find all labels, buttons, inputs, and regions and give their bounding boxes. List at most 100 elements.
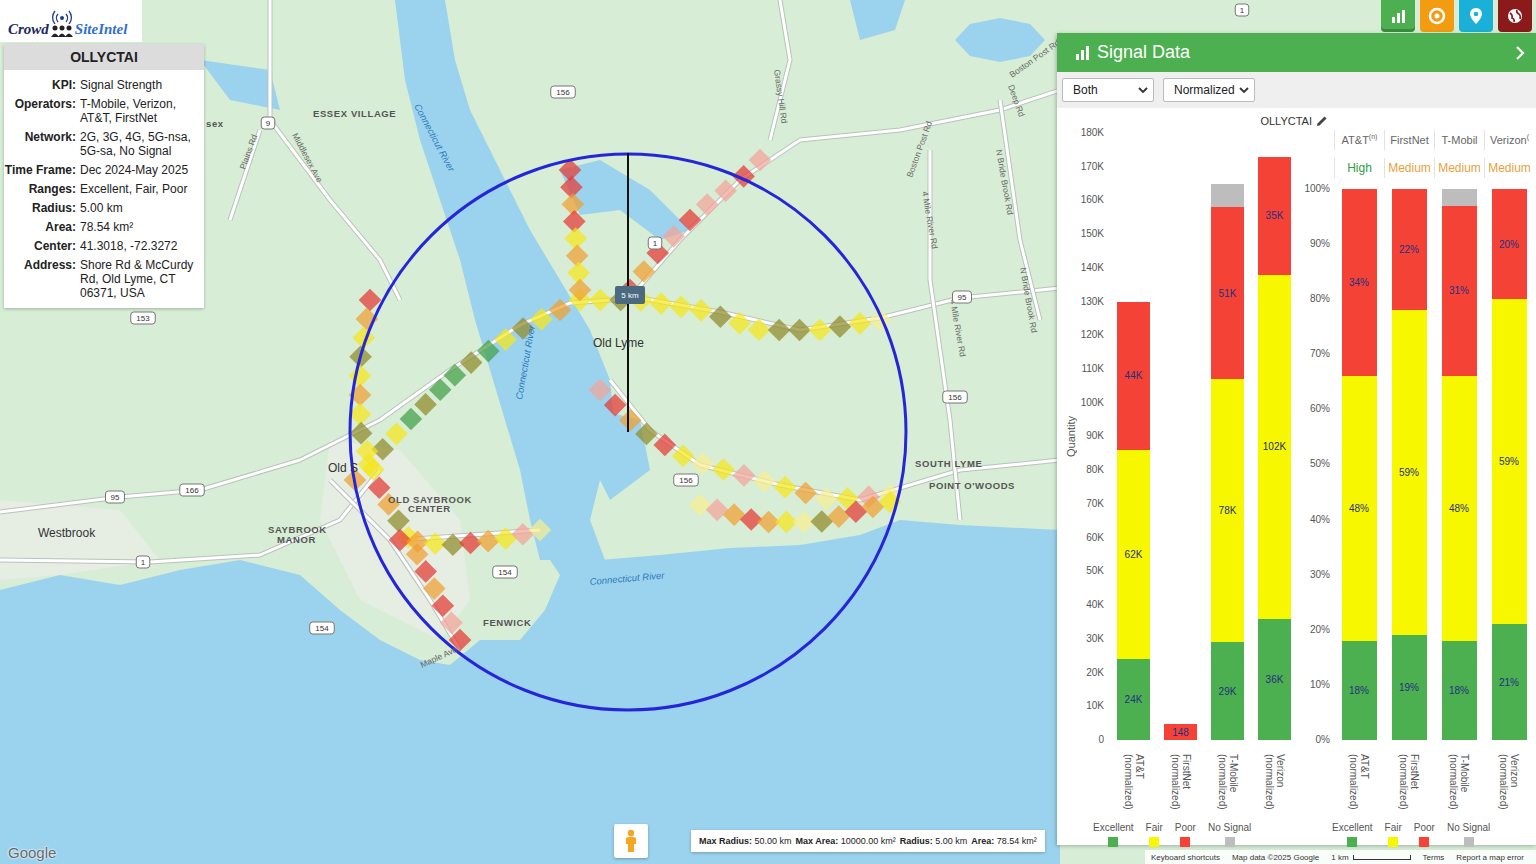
heat-cell[interactable] — [862, 496, 885, 519]
heat-cell[interactable] — [768, 319, 791, 342]
footer-link[interactable]: Keyboard shortcuts — [1151, 853, 1220, 862]
footer-link[interactable]: 1 km — [1331, 853, 1348, 862]
select-field[interactable]: Normalized — [1163, 78, 1255, 102]
info-value: T-Mobile, Verizon, AT&T, FirstNet — [80, 97, 198, 125]
stacked-bar[interactable]: 18%48%31% — [1442, 189, 1477, 740]
route-shield: 1 — [1235, 4, 1249, 16]
bar-segment: 148 — [1164, 724, 1197, 740]
heat-cell[interactable] — [654, 434, 677, 457]
pencil-icon[interactable] — [1316, 115, 1328, 127]
heat-cell[interactable] — [511, 523, 534, 546]
heat-cell[interactable] — [662, 225, 685, 248]
heat-cell[interactable] — [635, 423, 658, 446]
heat-cell[interactable] — [689, 494, 712, 517]
heat-cell[interactable] — [692, 452, 715, 475]
legend-item[interactable]: Fair — [1146, 822, 1163, 847]
heat-cell[interactable] — [385, 423, 408, 446]
heat-cell[interactable] — [589, 289, 612, 312]
info-value: Excellent, Fair, Poor — [80, 182, 198, 196]
heat-cell[interactable] — [589, 379, 612, 402]
legend-item[interactable]: Poor — [1175, 822, 1196, 847]
chevron-right-icon[interactable] — [1514, 45, 1526, 61]
heat-cell[interactable] — [400, 408, 423, 431]
toolbar-button[interactable] — [1459, 0, 1493, 32]
legend-item[interactable]: Poor — [1414, 822, 1435, 847]
heat-cell[interactable] — [774, 476, 797, 499]
heat-cell[interactable] — [794, 482, 817, 505]
heat-cell[interactable] — [696, 193, 719, 216]
stacked-bar[interactable]: 18%48%34% — [1342, 189, 1377, 740]
legend-item[interactable]: No Signal — [1447, 822, 1490, 847]
heat-cell[interactable] — [414, 393, 437, 416]
heat-cell[interactable] — [845, 500, 868, 523]
heat-cell[interactable] — [670, 296, 693, 319]
heat-cell[interactable] — [828, 505, 851, 528]
toolbar-button[interactable] — [1381, 0, 1415, 32]
legend-item[interactable]: Excellent — [1332, 822, 1373, 847]
heat-cell[interactable] — [477, 340, 500, 363]
heat-cell[interactable] — [714, 179, 737, 202]
heat-cell[interactable] — [672, 445, 695, 468]
footer-link[interactable]: Map data ©2025 Google — [1232, 853, 1319, 862]
select-field[interactable]: Both — [1062, 78, 1154, 102]
heat-cell[interactable] — [748, 318, 771, 341]
info-value: 78.54 km² — [80, 220, 198, 234]
heat-cell[interactable] — [690, 299, 713, 322]
heat-cell[interactable] — [444, 364, 467, 387]
heat-cell[interactable] — [810, 510, 833, 533]
heat-cell[interactable] — [442, 533, 465, 556]
heat-cell[interactable] — [619, 409, 642, 432]
heat-cell[interactable] — [494, 328, 517, 351]
heat-cell[interactable] — [350, 422, 373, 445]
heat-cell[interactable] — [429, 378, 452, 401]
heat-cell[interactable] — [809, 319, 832, 342]
stacked-bar[interactable]: 29K78K51K — [1211, 184, 1244, 740]
heat-cell[interactable] — [753, 470, 776, 493]
heat-cell[interactable] — [679, 209, 702, 232]
heat-cell[interactable] — [709, 305, 732, 328]
bar-segment: 29K — [1211, 642, 1244, 740]
heat-cell[interactable] — [815, 488, 838, 511]
heat-cell[interactable] — [362, 458, 385, 481]
legend-item[interactable]: Excellent — [1093, 822, 1134, 847]
stacked-bar[interactable]: 21%59%20% — [1492, 189, 1527, 740]
street-view-button[interactable] — [614, 824, 648, 858]
heat-cell[interactable] — [356, 440, 379, 463]
heat-cell[interactable] — [849, 312, 872, 335]
stacked-bar[interactable]: 24K62K44K — [1117, 302, 1150, 740]
x-label: FirstNet(normalized) — [1398, 754, 1420, 810]
heat-cell[interactable] — [477, 530, 500, 553]
stacked-bar[interactable]: 19%59%22% — [1392, 189, 1427, 740]
heat-cell[interactable] — [604, 394, 627, 417]
toolbar-button[interactable] — [1420, 0, 1454, 32]
info-value: 2G, 3G, 4G, 5G-nsa, 5G-sa, No Signal — [80, 130, 198, 158]
heat-cell[interactable] — [650, 292, 673, 315]
stacked-bar[interactable]: 36K102K35K — [1258, 157, 1291, 740]
route-shield: 166 — [180, 484, 205, 496]
heat-cell[interactable] — [728, 312, 751, 335]
stacked-bar[interactable]: 148 — [1164, 724, 1197, 740]
heat-cell[interactable] — [706, 499, 729, 522]
toolbar-button[interactable] — [1498, 0, 1532, 32]
heat-cell[interactable] — [740, 508, 763, 531]
heat-cell[interactable] — [389, 529, 412, 552]
heat-cell[interactable] — [494, 527, 517, 550]
heat-cell[interactable] — [633, 260, 656, 283]
legend-item[interactable]: Fair — [1385, 822, 1402, 847]
legend-item[interactable]: No Signal — [1208, 822, 1251, 847]
heat-cell[interactable] — [460, 351, 483, 374]
heat-cell[interactable] — [459, 532, 482, 555]
heat-cell[interactable] — [406, 530, 429, 553]
heat-cell[interactable] — [569, 279, 592, 302]
heat-cell[interactable] — [723, 503, 746, 526]
status-item: Radius: 5.00 km — [900, 836, 968, 846]
heat-cell[interactable] — [733, 464, 756, 487]
heat-cell[interactable] — [749, 149, 772, 172]
heat-cell[interactable] — [788, 319, 811, 342]
heat-cell[interactable] — [549, 299, 572, 322]
heat-cell[interactable] — [712, 458, 735, 481]
heat-cell[interactable] — [529, 519, 552, 542]
footer-link[interactable]: Report a map error — [1456, 853, 1524, 862]
heat-cell[interactable] — [829, 315, 852, 338]
footer-link[interactable]: Terms — [1423, 853, 1445, 862]
